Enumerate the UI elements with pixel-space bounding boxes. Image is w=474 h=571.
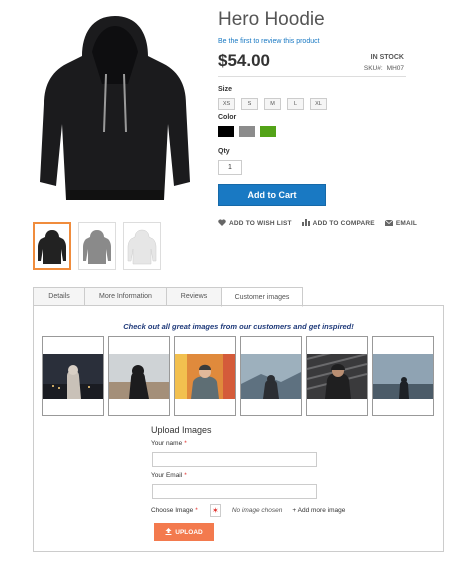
choose-image-label: Choose Image	[151, 507, 194, 514]
customer-image[interactable]	[108, 336, 170, 416]
customer-image[interactable]	[42, 336, 104, 416]
required-marker: *	[195, 507, 198, 514]
customer-image[interactable]	[174, 336, 236, 416]
color-swatch-gray[interactable]	[239, 126, 255, 137]
chart-bars-icon	[301, 219, 310, 228]
tab-details[interactable]: Details	[33, 287, 84, 306]
upload-images-title: Upload Images	[151, 425, 212, 435]
customer-image[interactable]	[306, 336, 368, 416]
sku-value: MH07	[386, 65, 404, 72]
customer-image[interactable]	[372, 336, 434, 416]
product-price: $54.00	[218, 51, 270, 70]
qty-input[interactable]: 1	[218, 160, 242, 175]
product-main-image[interactable]	[30, 4, 200, 208]
color-swatch-black[interactable]	[218, 126, 234, 137]
add-more-image-link[interactable]: + Add more image	[292, 507, 345, 514]
tab-customer-images[interactable]: Customer images	[221, 287, 303, 307]
color-label: Color	[218, 114, 237, 121]
upload-button-label: UPLOAD	[175, 528, 203, 536]
color-options	[218, 126, 276, 137]
color-swatch-green[interactable]	[260, 126, 276, 137]
size-option-xs[interactable]: XS	[218, 98, 235, 110]
customer-images-panel: Check out all great images from our cust…	[33, 305, 444, 552]
product-actions: ADD TO WISH LIST ADD TO COMPARE EMAIL	[218, 219, 417, 228]
email-label: EMAIL	[395, 220, 418, 227]
size-options: XS S M L XL	[218, 98, 327, 110]
no-image-chosen: No image chosen	[231, 507, 283, 514]
thumbnail-black[interactable]	[33, 222, 71, 270]
your-name-label-text: Your name	[151, 440, 183, 447]
heart-icon	[218, 219, 226, 228]
your-email-label: Your Email *	[151, 472, 187, 479]
add-to-compare-link[interactable]: ADD TO COMPARE	[301, 219, 375, 228]
thumbnail-gray[interactable]	[78, 222, 116, 270]
upload-icon	[165, 527, 172, 537]
size-option-s[interactable]: S	[241, 98, 258, 110]
email-link[interactable]: EMAIL	[384, 219, 418, 228]
your-email-input[interactable]	[152, 484, 317, 499]
tab-more-information[interactable]: More Information	[84, 287, 166, 306]
sku: SKU#: MH07	[364, 65, 404, 72]
your-name-label: Your name *	[151, 440, 187, 447]
product-title: Hero Hoodie	[218, 9, 325, 30]
tab-reviews[interactable]: Reviews	[166, 287, 221, 306]
upload-button[interactable]: UPLOAD	[154, 523, 214, 541]
divider	[218, 76, 406, 77]
product-tabs: Details More Information Reviews Custome…	[33, 287, 303, 307]
review-link[interactable]: Be the first to review this product	[218, 38, 320, 45]
customer-image[interactable]	[240, 336, 302, 416]
stock-status: IN STOCK	[370, 54, 404, 61]
wishlist-label: ADD TO WISH LIST	[229, 220, 292, 227]
size-option-m[interactable]: M	[264, 98, 281, 110]
add-to-wishlist-link[interactable]: ADD TO WISH LIST	[218, 219, 292, 228]
customer-images-heading: Check out all great images from our cust…	[123, 322, 354, 331]
your-email-label-text: Your Email	[151, 472, 183, 479]
your-name-input[interactable]	[152, 452, 317, 467]
required-marker: *	[184, 440, 187, 447]
thumbnail-white[interactable]	[123, 222, 161, 270]
product-thumbnails	[33, 222, 161, 270]
size-option-l[interactable]: L	[287, 98, 304, 110]
required-marker: *	[184, 472, 187, 479]
sku-label: SKU#:	[363, 65, 383, 72]
file-chooser-icon[interactable]: ✶	[209, 504, 221, 517]
choose-image-row: Choose Image * ✶ No image chosen + Add mo…	[151, 504, 345, 517]
customer-image-gallery	[42, 336, 434, 416]
size-option-xl[interactable]: XL	[310, 98, 327, 110]
qty-label: Qty	[218, 148, 230, 155]
size-label: Size	[218, 86, 233, 93]
compare-label: ADD TO COMPARE	[312, 220, 375, 227]
envelope-icon	[384, 219, 394, 228]
add-to-cart-button[interactable]: Add to Cart	[218, 184, 326, 206]
